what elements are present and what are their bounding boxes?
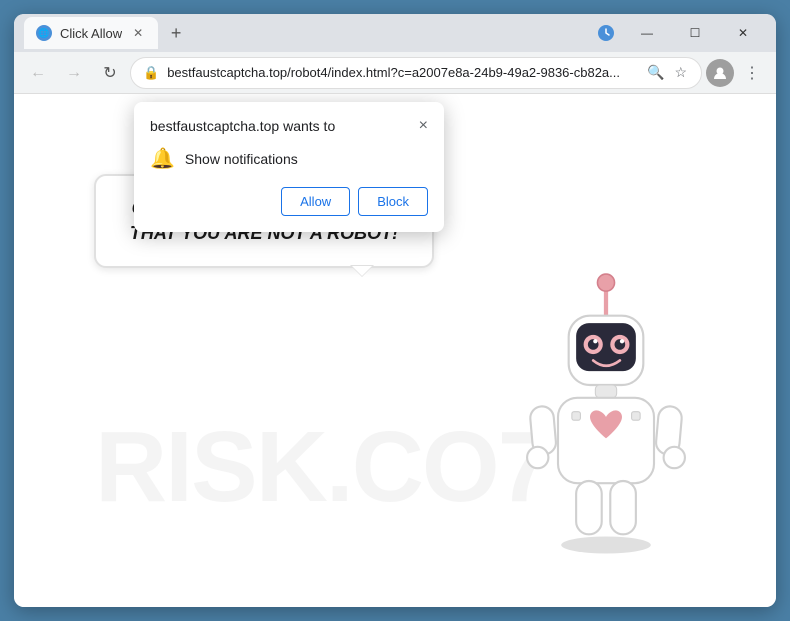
toolbar: ← → ↻ 🔒 bestfaustcaptcha.top/robot4/inde…	[14, 52, 776, 94]
forward-button[interactable]: →	[58, 57, 90, 89]
tab-bar: 🌐 Click Allow ✕ +	[24, 17, 582, 49]
toolbar-right: ⋮	[706, 57, 768, 89]
popup-description: Show notifications	[185, 151, 298, 167]
popup-title: bestfaustcaptcha.top wants to	[150, 118, 335, 134]
reload-button[interactable]: ↻	[94, 57, 126, 89]
block-button[interactable]: Block	[358, 187, 428, 216]
search-icon[interactable]: 🔍	[645, 62, 666, 83]
active-tab[interactable]: 🌐 Click Allow ✕	[24, 17, 158, 49]
allow-button[interactable]: Allow	[281, 187, 350, 216]
lock-icon: 🔒	[143, 65, 159, 81]
bell-icon: 🔔	[150, 146, 175, 171]
maximize-button[interactable]: ☐	[672, 17, 718, 49]
popup-buttons: Allow Block	[150, 187, 428, 216]
address-text: bestfaustcaptcha.top/robot4/index.html?c…	[167, 65, 637, 80]
back-button[interactable]: ←	[22, 57, 54, 89]
popup-header: bestfaustcaptcha.top wants to ×	[150, 118, 428, 134]
robot-illustration	[496, 257, 716, 577]
popup-close-button[interactable]: ×	[419, 118, 428, 134]
minimize-button[interactable]: —	[624, 17, 670, 49]
chrome-update-icon[interactable]	[590, 17, 622, 49]
close-button[interactable]: ✕	[720, 17, 766, 49]
browser-window: 🌐 Click Allow ✕ + — ☐ ✕ ← → ↻ 🔒 bestfaus…	[14, 14, 776, 607]
address-right-icons: 🔍 ☆	[645, 62, 689, 83]
profile-button[interactable]	[706, 59, 734, 87]
notification-popup: bestfaustcaptcha.top wants to × 🔔 Show n…	[134, 102, 444, 232]
address-bar[interactable]: 🔒 bestfaustcaptcha.top/robot4/index.html…	[130, 57, 702, 89]
bookmark-icon[interactable]: ☆	[672, 62, 689, 83]
new-tab-button[interactable]: +	[162, 19, 190, 47]
window-controls: — ☐ ✕	[590, 17, 766, 49]
page-content: RISK.CO7	[14, 94, 776, 607]
tab-label: Click Allow	[60, 26, 122, 41]
popup-notification-row: 🔔 Show notifications	[150, 146, 428, 171]
menu-button[interactable]: ⋮	[736, 57, 768, 89]
tab-close-button[interactable]: ✕	[130, 25, 146, 41]
tab-favicon: 🌐	[36, 25, 52, 41]
title-bar: 🌐 Click Allow ✕ + — ☐ ✕	[14, 14, 776, 52]
svg-text:RISK.CO7: RISK.CO7	[95, 411, 551, 521]
